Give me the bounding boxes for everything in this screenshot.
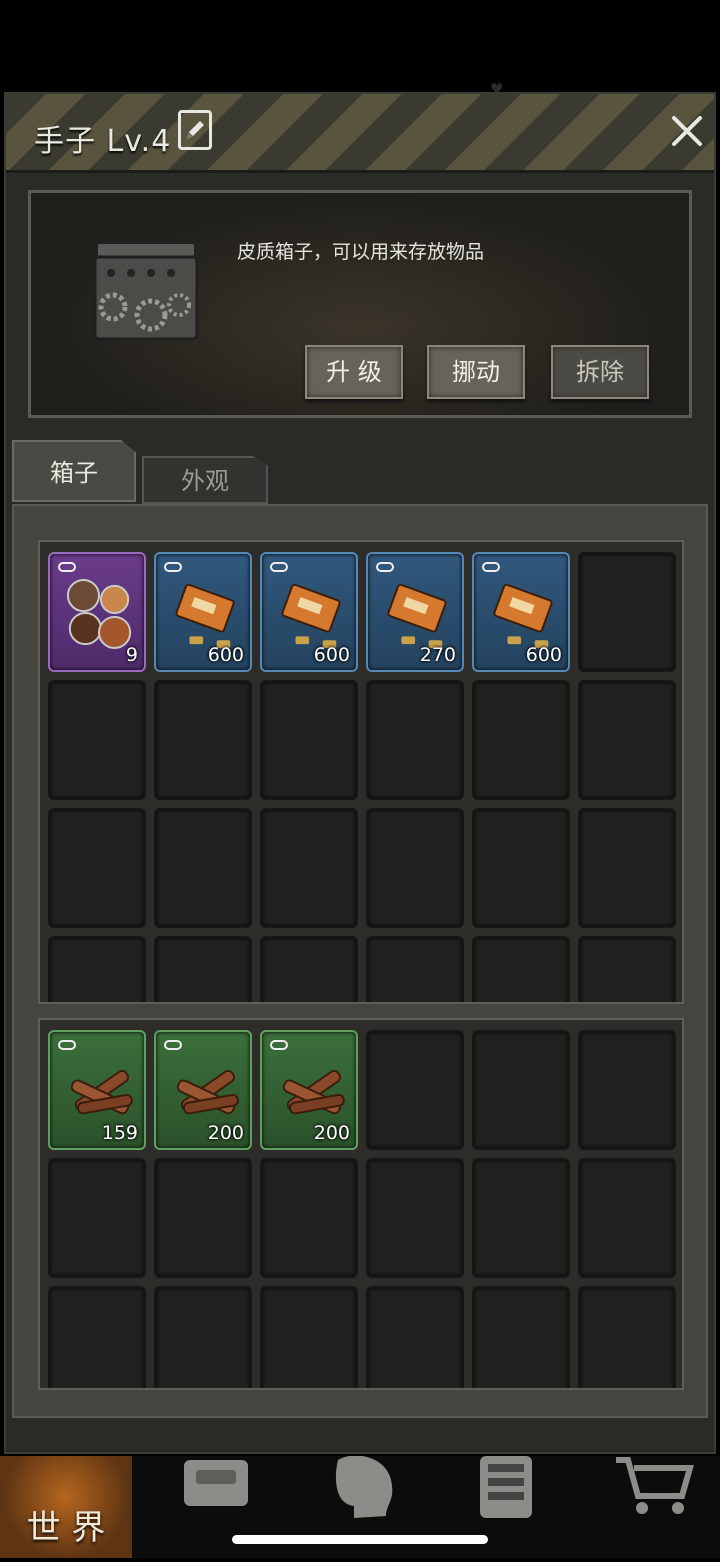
bound-link-icon: [164, 562, 182, 572]
empty-slot[interactable]: [472, 1030, 570, 1150]
item-info-panel: 皮质箱子，可以用来存放物品 升 级 挪动 拆除: [28, 190, 692, 418]
nav-world-label: 世 界: [26, 1508, 106, 1548]
tab-box[interactable]: 箱子: [12, 440, 136, 502]
empty-slot[interactable]: [260, 1286, 358, 1388]
item-slot[interactable]: 9: [48, 552, 146, 672]
empty-slot[interactable]: [48, 1158, 146, 1278]
item-slot[interactable]: 159: [48, 1030, 146, 1150]
empty-slot[interactable]: [260, 936, 358, 1002]
bound-link-icon: [58, 562, 76, 572]
item-slot[interactable]: 600: [154, 552, 252, 672]
empty-slot[interactable]: [578, 552, 676, 672]
empty-slot[interactable]: [48, 1286, 146, 1388]
wood-logs-icon: [176, 1069, 239, 1115]
storage-box-window: 手子 Lv.4 皮质箱子，可以用来存放物品 升 级 挪动 拆除 箱子 外观 9 …: [4, 92, 716, 1454]
item-quantity: 200: [313, 1122, 350, 1144]
item-slot[interactable]: 600: [260, 552, 358, 672]
item-slot[interactable]: 270: [366, 552, 464, 672]
item-quantity: 9: [125, 644, 138, 666]
upgrade-button[interactable]: 升 级: [305, 345, 403, 399]
empty-slot[interactable]: [48, 808, 146, 928]
item-quantity: 200: [207, 1122, 244, 1144]
item-quantity: 159: [101, 1122, 138, 1144]
player-inventory-grid: 159 200 200: [38, 1018, 684, 1390]
ammo-box-icon: [387, 583, 447, 649]
empty-slot[interactable]: [366, 1158, 464, 1278]
empty-slot[interactable]: [578, 808, 676, 928]
empty-slot[interactable]: [578, 1158, 676, 1278]
tab-appearance[interactable]: 外观: [142, 456, 268, 504]
wood-logs-icon: [282, 1069, 345, 1115]
home-indicator: [232, 1535, 488, 1544]
ammo-box-icon: [281, 583, 341, 649]
empty-slot[interactable]: [472, 936, 570, 1002]
close-icon: [672, 116, 702, 146]
box-storage-grid: 9 600 600 270 600: [38, 540, 684, 1004]
empty-slot[interactable]: [260, 1158, 358, 1278]
empty-slot[interactable]: [260, 680, 358, 800]
ammo-box-icon: [175, 583, 235, 649]
pencil-icon: [187, 121, 204, 139]
title-bar: 手子 Lv.4: [6, 94, 714, 173]
empty-slot[interactable]: [366, 680, 464, 800]
move-button[interactable]: 挪动: [427, 345, 525, 399]
dismantle-button[interactable]: 拆除: [551, 345, 649, 399]
bound-link-icon: [482, 562, 500, 572]
ammo-box-icon: [493, 583, 553, 649]
window-title: 手子 Lv.4: [34, 124, 172, 159]
empty-slot[interactable]: [366, 808, 464, 928]
empty-slot[interactable]: [472, 1158, 570, 1278]
wood-logs-icon: [70, 1069, 133, 1115]
empty-slot[interactable]: [48, 936, 146, 1002]
shopping-cart-icon: [616, 1457, 694, 1514]
bound-link-icon: [376, 562, 394, 572]
nav-world[interactable]: 世 界: [0, 1456, 132, 1558]
empty-slot[interactable]: [260, 808, 358, 928]
bound-link-icon: [270, 562, 288, 572]
empty-slot[interactable]: [366, 1286, 464, 1388]
empty-slot[interactable]: [472, 1286, 570, 1388]
item-slot[interactable]: 200: [154, 1030, 252, 1150]
item-quantity: 600: [207, 644, 244, 666]
item-slot[interactable]: 600: [472, 552, 570, 672]
item-slot[interactable]: 200: [260, 1030, 358, 1150]
empty-slot[interactable]: [578, 680, 676, 800]
item-quantity: 600: [525, 644, 562, 666]
rename-button[interactable]: [178, 110, 212, 150]
empty-slot[interactable]: [154, 808, 252, 928]
empty-slot[interactable]: [578, 1286, 676, 1388]
empty-slot[interactable]: [154, 680, 252, 800]
close-button[interactable]: [666, 110, 708, 152]
item-quantity: 600: [313, 644, 350, 666]
bound-link-icon: [164, 1040, 182, 1050]
empty-slot[interactable]: [154, 1158, 252, 1278]
inventory-area: 9 600 600 270 600 159 200 200: [12, 504, 708, 1418]
empty-slot[interactable]: [578, 936, 676, 1002]
empty-slot[interactable]: [48, 680, 146, 800]
nav-shop[interactable]: [586, 1456, 718, 1558]
empty-slot[interactable]: [154, 1286, 252, 1388]
bound-link-icon: [58, 1040, 76, 1050]
status-bar: ♥: [0, 0, 720, 98]
empty-slot[interactable]: [472, 680, 570, 800]
empty-slot[interactable]: [472, 808, 570, 928]
empty-slot[interactable]: [366, 1030, 464, 1150]
food-platter-icon: [66, 579, 132, 650]
bound-link-icon: [270, 1040, 288, 1050]
empty-slot[interactable]: [154, 936, 252, 1002]
item-quantity: 270: [419, 644, 456, 666]
item-description: 皮质箱子，可以用来存放物品: [237, 241, 485, 263]
empty-slot[interactable]: [366, 936, 464, 1002]
empty-slot[interactable]: [578, 1030, 676, 1150]
leather-box-icon: [93, 242, 199, 341]
